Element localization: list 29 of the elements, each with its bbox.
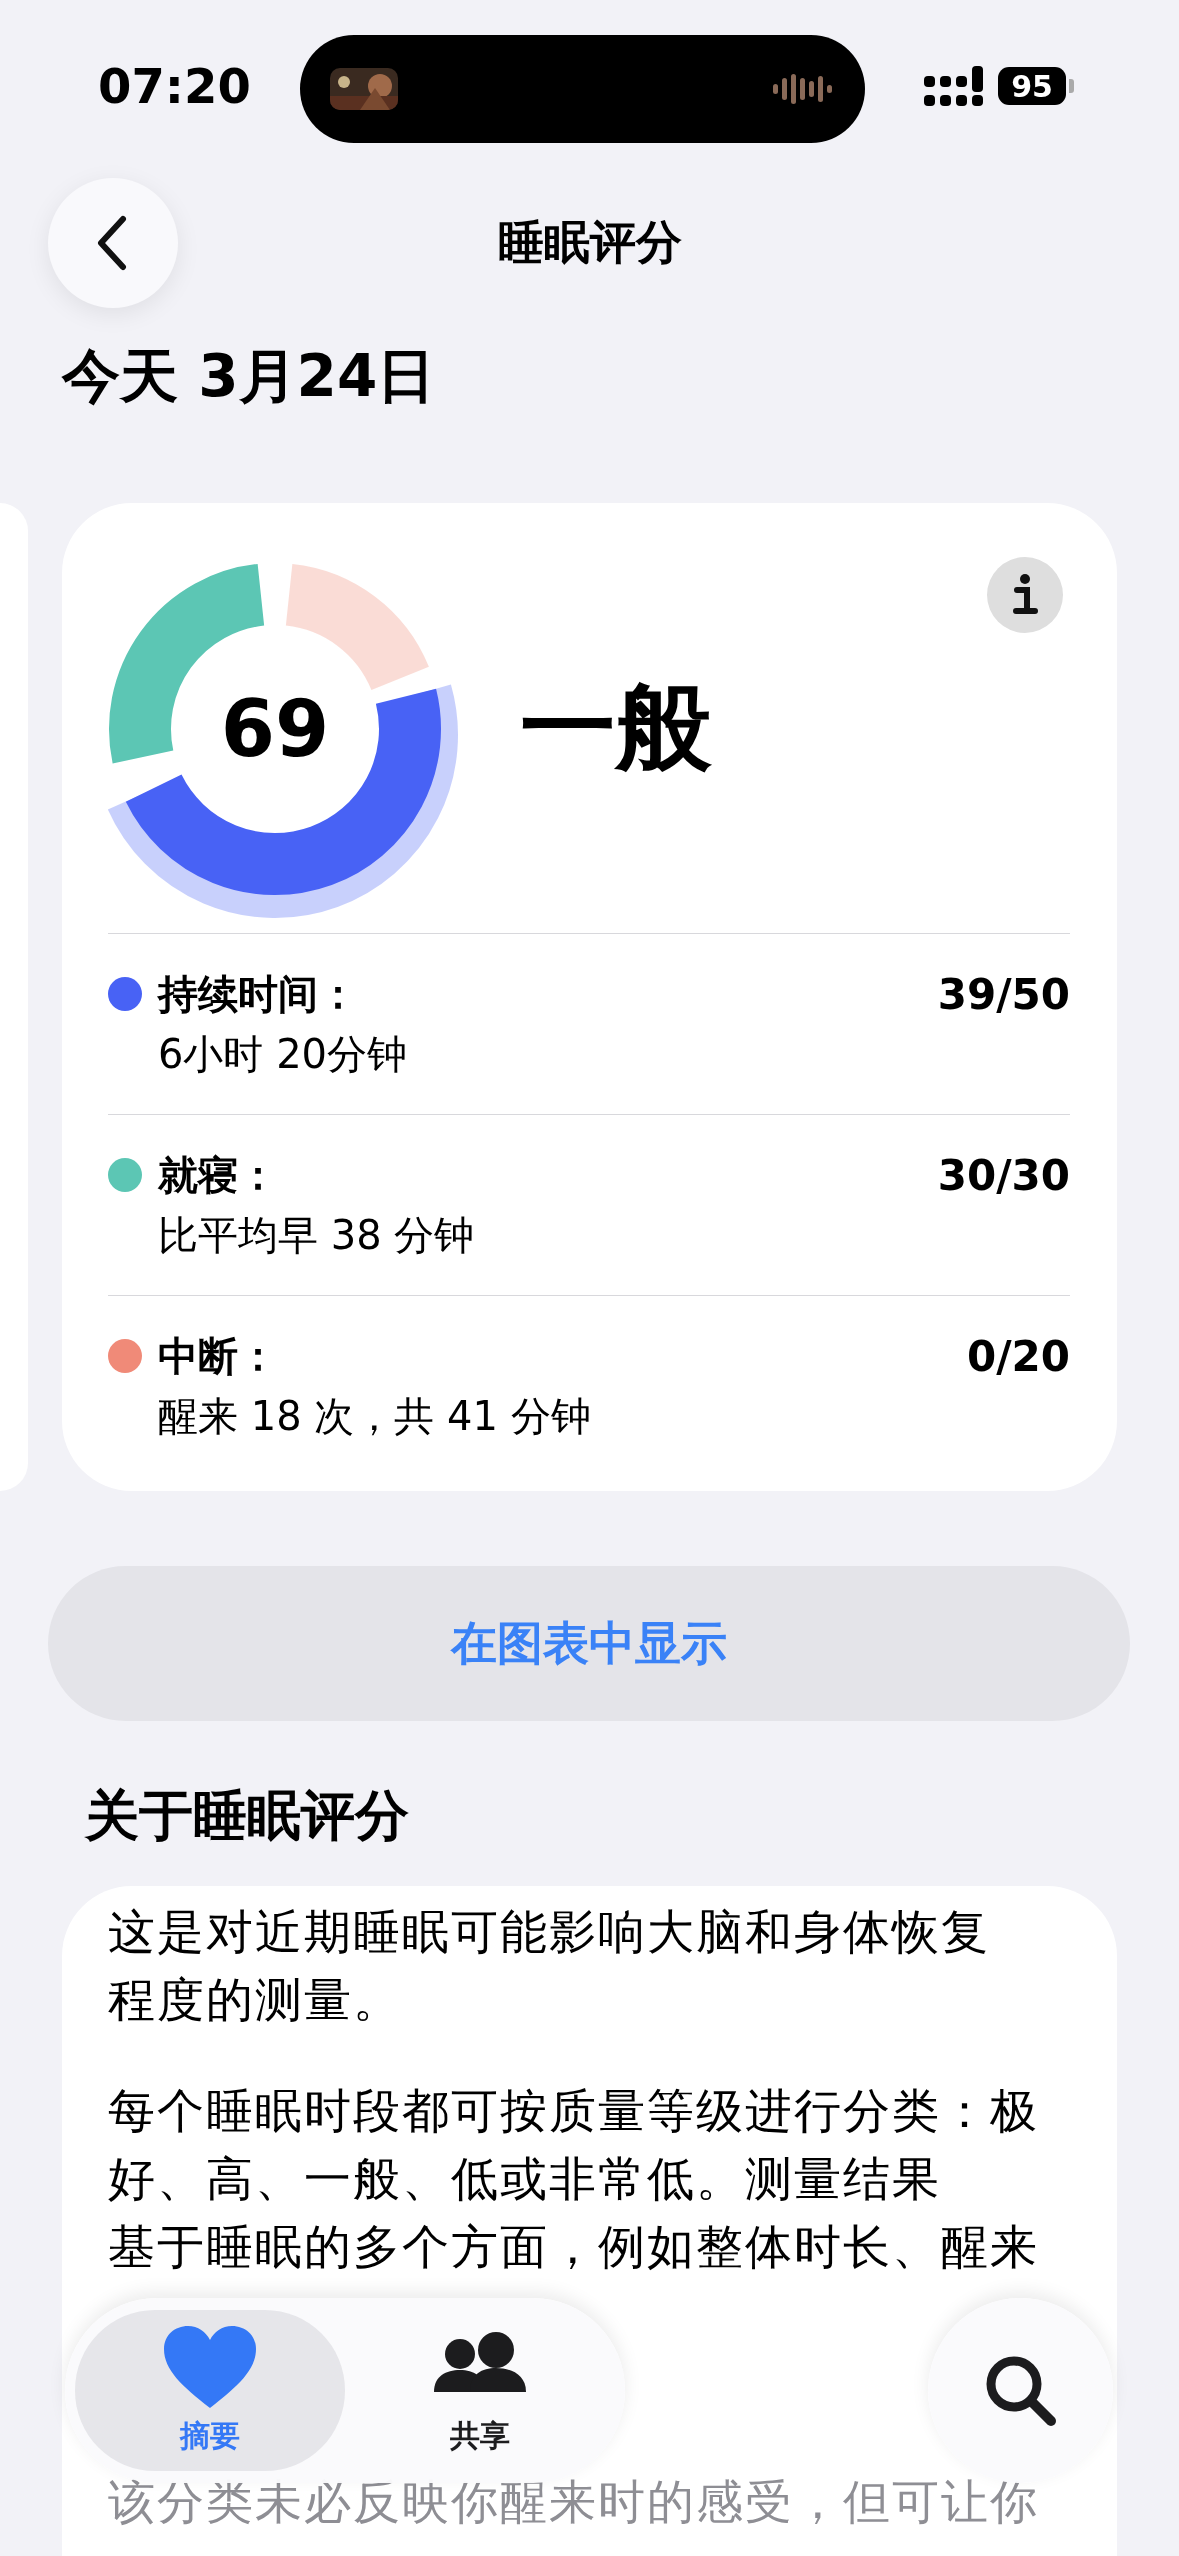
battery-level: 95 xyxy=(998,67,1066,105)
paragraph-line: 每个睡眠时段都可按质量等级进行分类：极 xyxy=(108,2082,1040,2140)
paragraph-line: 这是对近期睡眠可能影响大脑和身体恢复 xyxy=(108,1903,991,1961)
component-label: 持续时间： xyxy=(158,969,359,1019)
paragraph-line: 好、高、一般、低或非常低。测量结果 xyxy=(108,2150,942,2208)
component-score: 30/30 xyxy=(937,1150,1070,1200)
signal-icon xyxy=(924,66,986,106)
component-label: 中断： xyxy=(158,1331,279,1381)
tab-item[interactable]: 摘要 xyxy=(75,2310,345,2471)
info-icon xyxy=(1010,573,1040,617)
paragraph-line: 该分类未必反映你醒来时的感受，但可让你 xyxy=(108,2477,1040,2527)
battery-cap xyxy=(1069,79,1074,93)
page-title: 睡眠评分 xyxy=(497,214,682,271)
component-detail: 比平均早 38 分钟 xyxy=(158,1210,476,1260)
section-heading: 关于睡眠评分 xyxy=(85,1783,410,1849)
sleep-score: 69 xyxy=(220,684,330,774)
paragraph-line: 程度的测量。 xyxy=(108,1971,403,2029)
component-score: 0/20 xyxy=(967,1331,1070,1381)
status-time: 07:20 xyxy=(98,58,251,114)
tab-item[interactable]: 共享 xyxy=(345,2310,615,2471)
date-heading: 今天 3月24日 xyxy=(62,341,437,412)
paragraph-line: 基于睡眠的多个方面，例如整体时长、醒来 xyxy=(108,2218,1040,2276)
component-label: 就寝： xyxy=(158,1150,279,1200)
component-detail: 醒来 18 次，共 41 分钟 xyxy=(158,1391,592,1441)
show-in-chart-button[interactable]: 在图表中显示 xyxy=(48,1566,1130,1721)
component-score: 39/50 xyxy=(937,969,1070,1019)
heart-icon xyxy=(162,2324,258,2410)
component-detail: 6小时 20分钟 xyxy=(158,1029,409,1079)
score-rating: 一般 xyxy=(520,670,712,785)
